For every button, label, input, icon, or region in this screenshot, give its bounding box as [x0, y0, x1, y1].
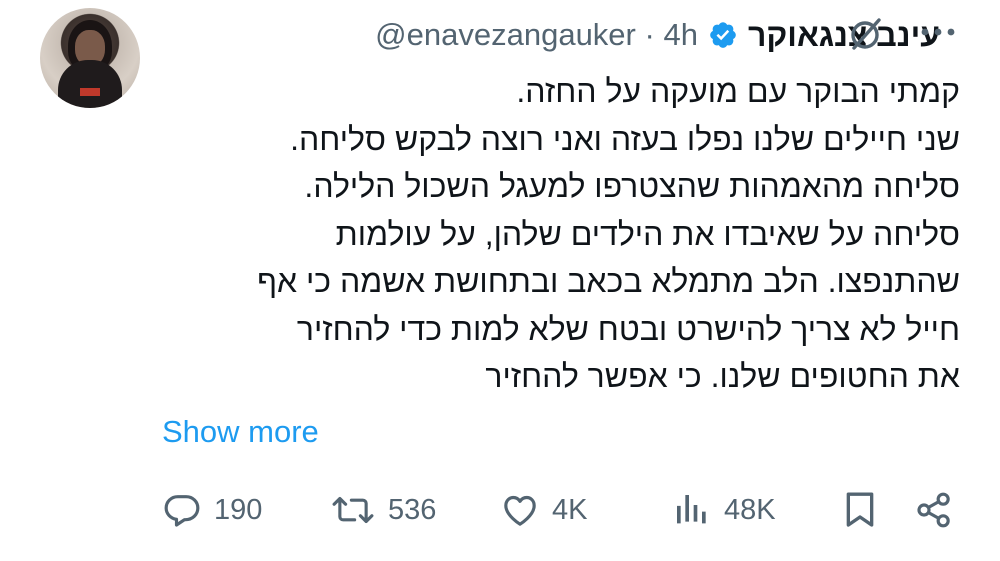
separator-dot: ·: [644, 17, 655, 52]
grok-icon[interactable]: [846, 14, 886, 54]
reply-icon: [162, 490, 202, 530]
avatar-body: [58, 60, 122, 108]
verified-badge-icon: [708, 20, 738, 50]
reply-count: 190: [214, 493, 263, 526]
heart-icon: [500, 490, 540, 530]
reply-button[interactable]: 190: [162, 490, 262, 530]
author-handle[interactable]: @enavezangauker · 4h: [375, 17, 698, 53]
like-button[interactable]: 4K: [500, 490, 587, 530]
avatar-shirt-print: [80, 88, 100, 96]
tweet-line: חייל לא צריך להישרט ובטח שלא למות כדי לה…: [296, 310, 960, 347]
repost-button[interactable]: 536: [330, 490, 436, 530]
share-button[interactable]: [914, 490, 954, 530]
author-name[interactable]: עינב צנגאוקר: [748, 17, 940, 54]
tweet-line: שני חיילים שלנו נפלו בעזה ואני רוצה לבקש…: [290, 120, 960, 157]
more-options-icon[interactable]: [918, 18, 958, 48]
tweet-line: סליחה מהאמהות שהצטרפו למעגל השכול הלילה.: [304, 168, 960, 204]
views-count: 48K: [724, 493, 776, 526]
views-button[interactable]: 48K: [672, 490, 776, 530]
show-more-link[interactable]: Show more: [162, 414, 319, 450]
handle-text: @enavezangauker: [375, 17, 636, 52]
repost-icon: [330, 490, 376, 530]
tweet-text: קמתי הבוקר עם מועקה על החזה. שני חיילים …: [160, 68, 960, 401]
tweet-header: עינב צנגאוקר @enavezangauker · 4h: [150, 10, 940, 60]
avatar[interactable]: [40, 8, 140, 108]
like-count: 4K: [552, 493, 588, 526]
analytics-icon: [672, 490, 712, 530]
share-icon: [914, 490, 954, 530]
bookmark-button[interactable]: [842, 490, 878, 530]
timestamp[interactable]: 4h: [663, 17, 697, 52]
repost-count: 536: [388, 493, 437, 526]
action-bar: 190 536 4K 48K: [0, 490, 1000, 540]
tweet-line: קמתי הבוקר עם מועקה על החזה.: [516, 73, 960, 109]
bookmark-icon: [842, 490, 878, 530]
tweet-line: שהתנפצו. הלב מתמלא בכאב ובתחושת אשמה כי …: [257, 263, 960, 299]
tweet-line: את החטופים שלנו. כי אפשר להחזיר: [485, 358, 960, 394]
tweet-line: סליחה על שאיבדו את הילדים שלהן, על עולמו…: [335, 215, 960, 252]
